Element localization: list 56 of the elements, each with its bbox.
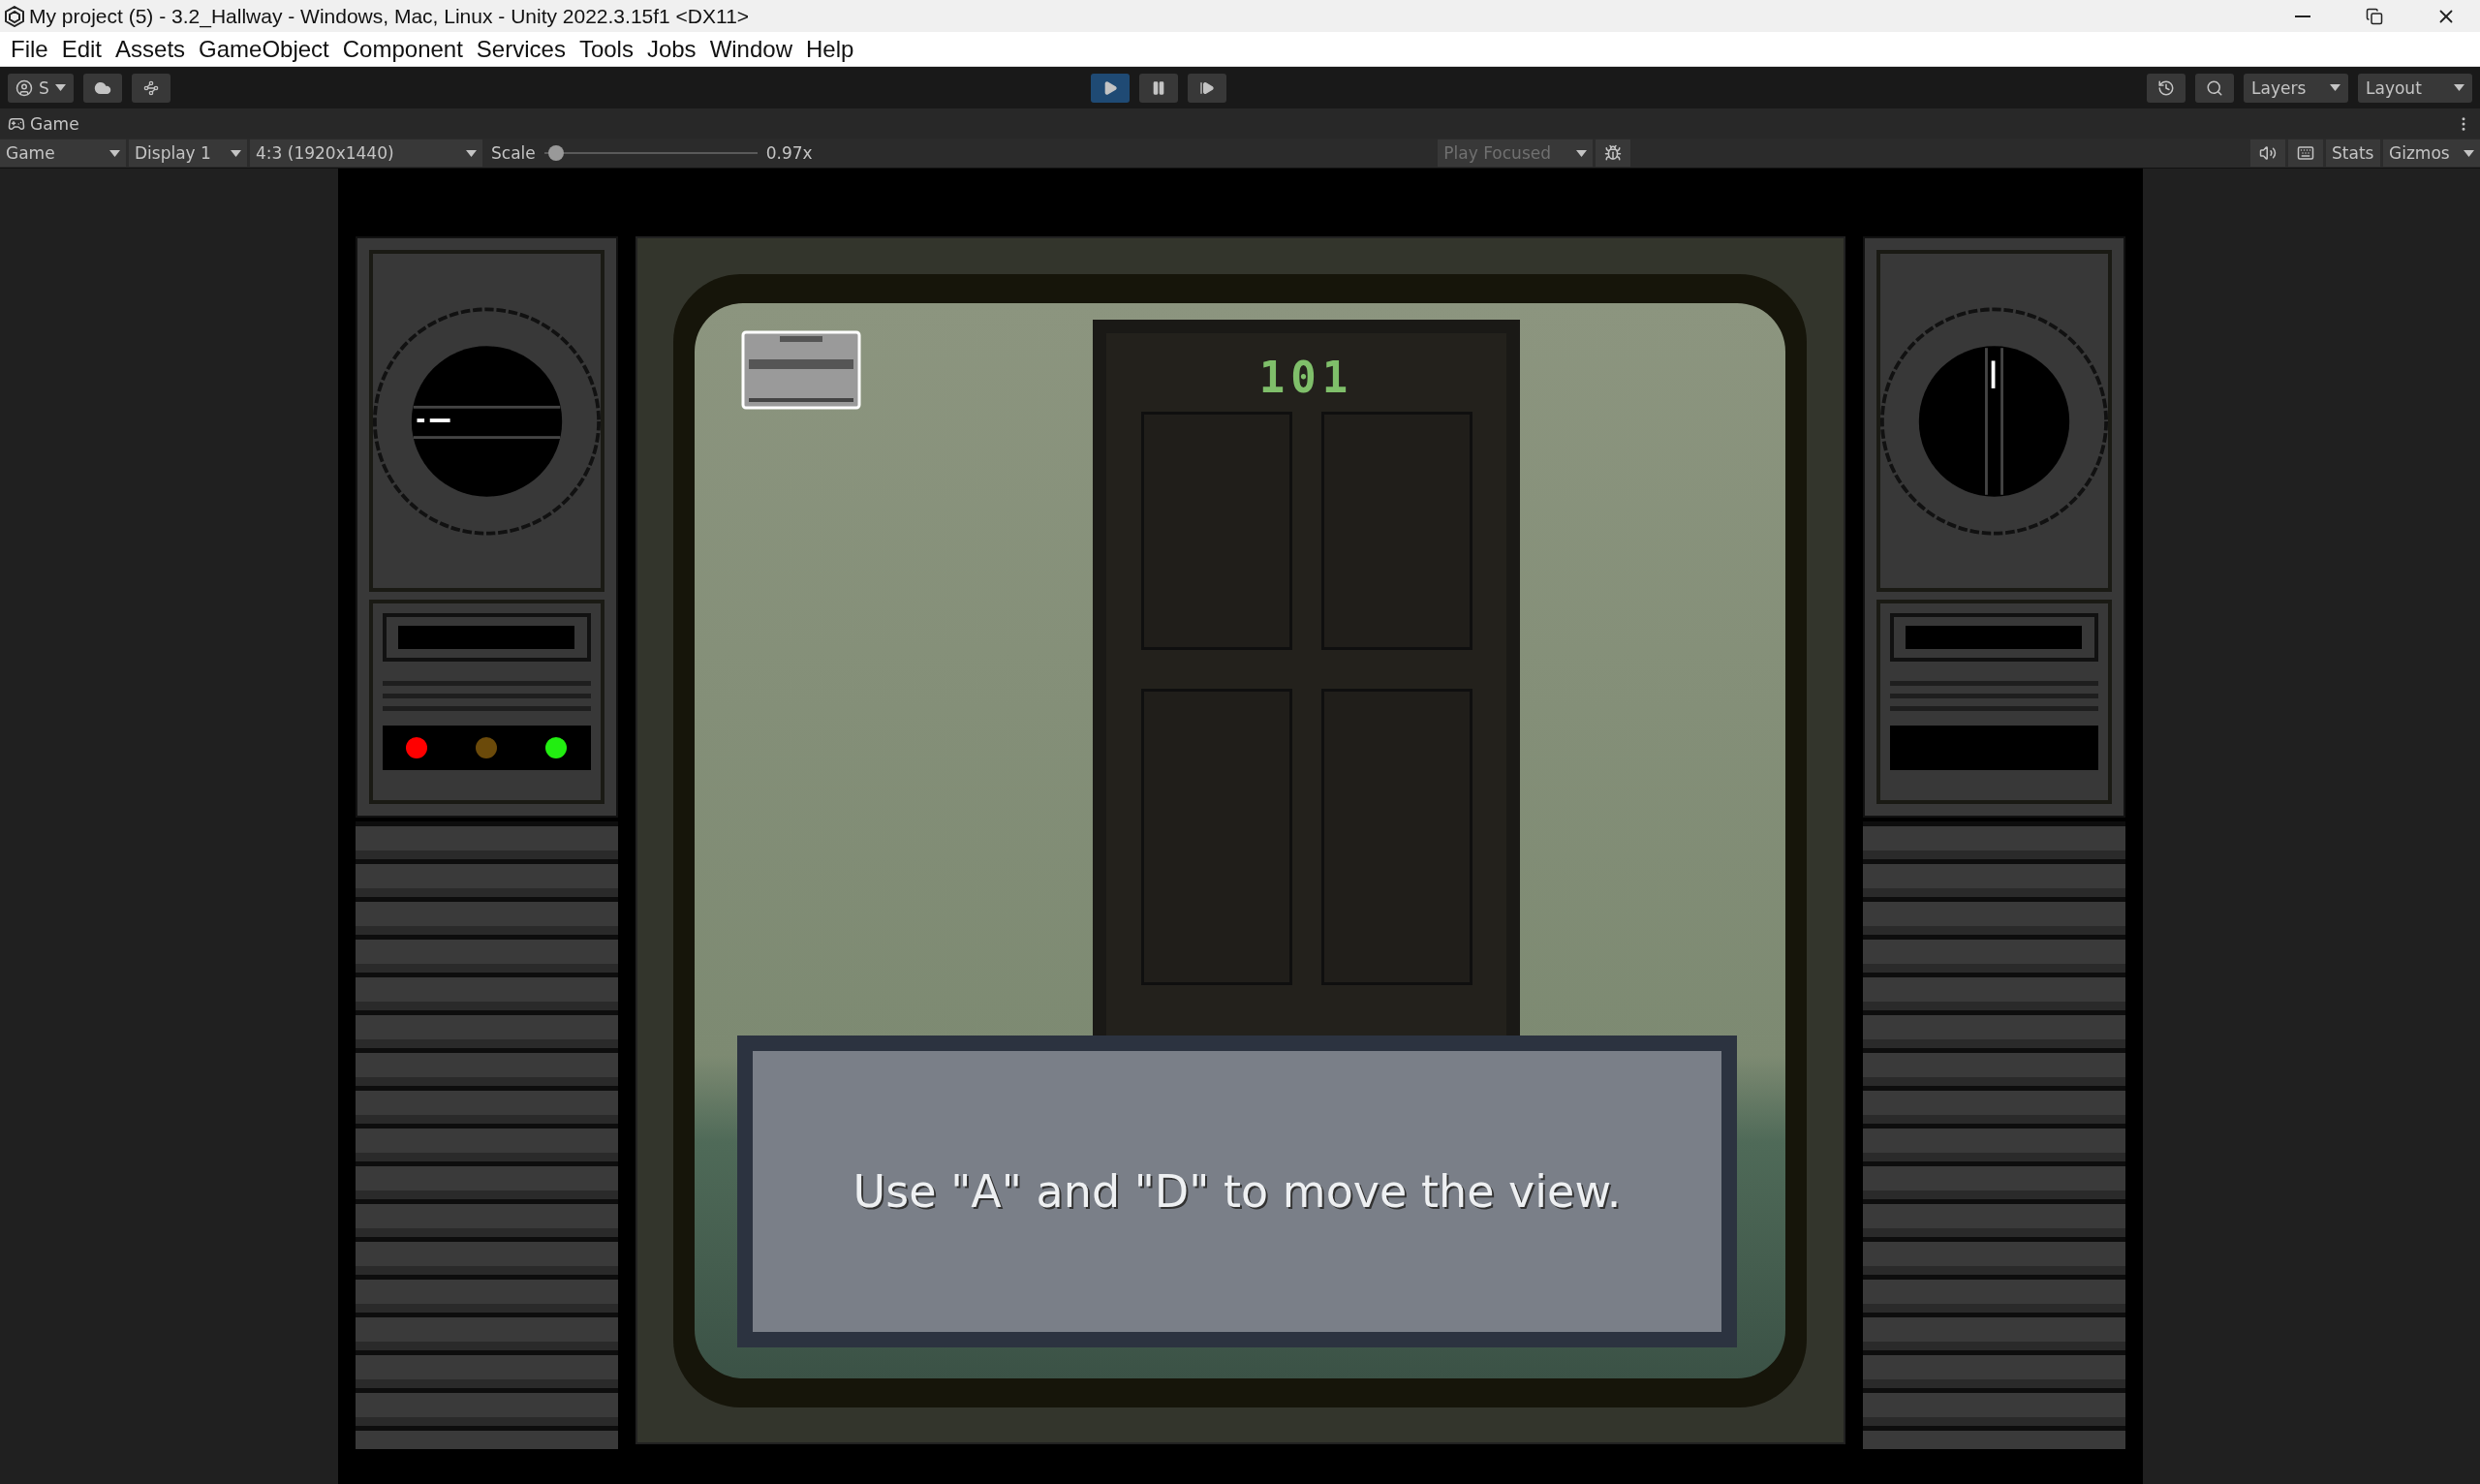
menu-item[interactable]: File xyxy=(8,35,59,63)
step-button[interactable] xyxy=(1187,73,1226,103)
account-button[interactable]: S xyxy=(8,73,74,103)
step-icon xyxy=(1198,79,1215,96)
menu-item[interactable]: GameObject xyxy=(196,35,340,63)
menu-item[interactable]: Component xyxy=(339,35,474,63)
scale-value: 0.97x xyxy=(764,143,814,163)
mute-audio-button[interactable] xyxy=(2250,139,2285,167)
dropdown-arrow-icon xyxy=(109,149,120,157)
scale-label: Scale xyxy=(490,143,537,163)
restore-icon xyxy=(2366,7,2383,25)
dropdown-arrow-icon xyxy=(2454,84,2464,91)
cloud-button[interactable] xyxy=(82,73,122,103)
minimize-icon xyxy=(2295,15,2310,17)
speaker-icon xyxy=(2259,144,2277,162)
user-icon xyxy=(16,78,33,97)
briefcase-icon xyxy=(741,329,861,410)
menu-item[interactable]: Tools xyxy=(575,35,644,63)
keyboard-icon xyxy=(2297,144,2314,162)
layers-dropdown[interactable]: Layers xyxy=(2244,73,2348,103)
bug-icon xyxy=(1604,144,1623,162)
version-control-button[interactable] xyxy=(131,73,170,103)
dropdown-arrow-icon xyxy=(2330,84,2340,91)
play-button[interactable] xyxy=(1090,73,1130,103)
menu-item[interactable]: Assets xyxy=(112,35,197,63)
keyboard-button[interactable] xyxy=(2288,139,2323,167)
dropdown-arrow-icon xyxy=(1576,149,1588,157)
menu-item[interactable]: Jobs xyxy=(643,35,707,63)
menu-item[interactable]: Help xyxy=(803,35,865,63)
view-dropdown[interactable]: Game xyxy=(0,139,126,167)
aspect-dropdown[interactable]: 4:3 (1920x1440) xyxy=(250,139,482,167)
history-icon xyxy=(2157,78,2175,97)
slider-thumb[interactable] xyxy=(548,145,565,161)
unity-logo-icon xyxy=(4,5,25,27)
menu-item[interactable]: Services xyxy=(473,35,576,63)
dropdown-arrow-icon xyxy=(54,84,66,91)
door-number: 101 xyxy=(1258,352,1354,402)
search-button[interactable] xyxy=(2195,73,2234,103)
window-title: My project (5) - 3.2_Hallway - Windows, Mac, Linux - Unity 2022.3.15f1 <DX11> xyxy=(29,4,751,28)
pause-button[interactable] xyxy=(1138,73,1178,103)
history-button[interactable] xyxy=(2147,73,2186,103)
menu-item[interactable]: Window xyxy=(706,35,803,63)
layout-dropdown[interactable]: Layout xyxy=(2358,73,2472,103)
dropdown-arrow-icon xyxy=(466,149,477,157)
stats-button[interactable]: Stats xyxy=(2326,139,2380,167)
dropdown-arrow-icon xyxy=(2464,149,2474,157)
dialogue-text: Use "A" and "D" to move the view. xyxy=(852,1164,1622,1218)
game-tab[interactable]: Game xyxy=(8,113,79,134)
display-dropdown[interactable]: Display 1 xyxy=(129,139,247,167)
nodes-icon xyxy=(142,79,159,96)
dropdown-arrow-icon xyxy=(231,149,241,157)
scale-slider[interactable] xyxy=(543,145,758,161)
menu-item[interactable]: Edit xyxy=(58,35,113,63)
bug-button[interactable] xyxy=(1596,139,1631,167)
gizmos-dropdown[interactable]: Gizmos xyxy=(2383,139,2480,167)
search-icon xyxy=(2206,78,2223,97)
